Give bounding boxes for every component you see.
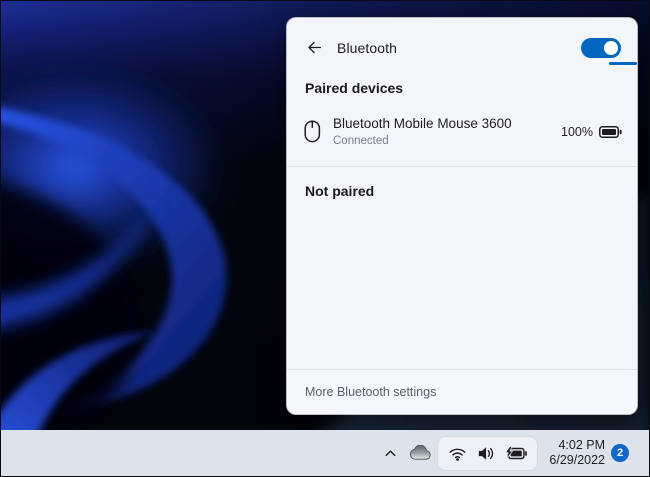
bluetooth-flyout: Bluetooth Paired devices Bluetooth Mobil… [286, 17, 638, 415]
device-text: Bluetooth Mobile Mouse 3600 Connected [333, 116, 512, 148]
clock-date: 6/29/2022 [549, 453, 605, 468]
flyout-title: Bluetooth [337, 40, 397, 56]
clock[interactable]: 4:02 PM 6/29/2022 [549, 438, 605, 468]
not-paired-heading: Not paired [305, 183, 637, 199]
notification-badge[interactable]: 2 [611, 444, 629, 462]
onedrive-button[interactable] [405, 436, 435, 470]
wifi-icon [448, 444, 467, 463]
device-battery-percent: 100% [561, 125, 593, 139]
device-name: Bluetooth Mobile Mouse 3600 [333, 116, 512, 132]
toggle-accent-underline [609, 62, 637, 65]
back-button[interactable] [301, 36, 328, 59]
more-bluetooth-settings-link[interactable]: More Bluetooth settings [287, 370, 637, 414]
chevron-up-icon [382, 445, 399, 462]
quick-settings-button[interactable] [438, 437, 537, 470]
paired-devices-heading: Paired devices [305, 80, 637, 96]
bluetooth-toggle[interactable] [581, 38, 621, 58]
device-battery: 100% [561, 125, 622, 139]
clock-time: 4:02 PM [549, 438, 605, 453]
volume-icon [476, 444, 495, 463]
divider [287, 166, 637, 167]
mouse-icon [304, 120, 321, 143]
cloud-icon [409, 445, 432, 461]
hidden-icons-button[interactable] [375, 436, 405, 470]
battery-full-icon [599, 125, 622, 139]
paired-device-row[interactable]: Bluetooth Mobile Mouse 3600 Connected 10… [287, 108, 637, 156]
flyout-empty-area [287, 199, 637, 369]
toggle-knob [604, 41, 618, 55]
back-arrow-icon [305, 38, 324, 57]
device-status: Connected [333, 135, 512, 148]
flyout-header: Bluetooth [287, 18, 637, 64]
battery-charging-icon [504, 446, 527, 461]
desktop: Bluetooth Paired devices Bluetooth Mobil… [0, 0, 650, 477]
taskbar: 4:02 PM 6/29/2022 2 [1, 430, 649, 476]
